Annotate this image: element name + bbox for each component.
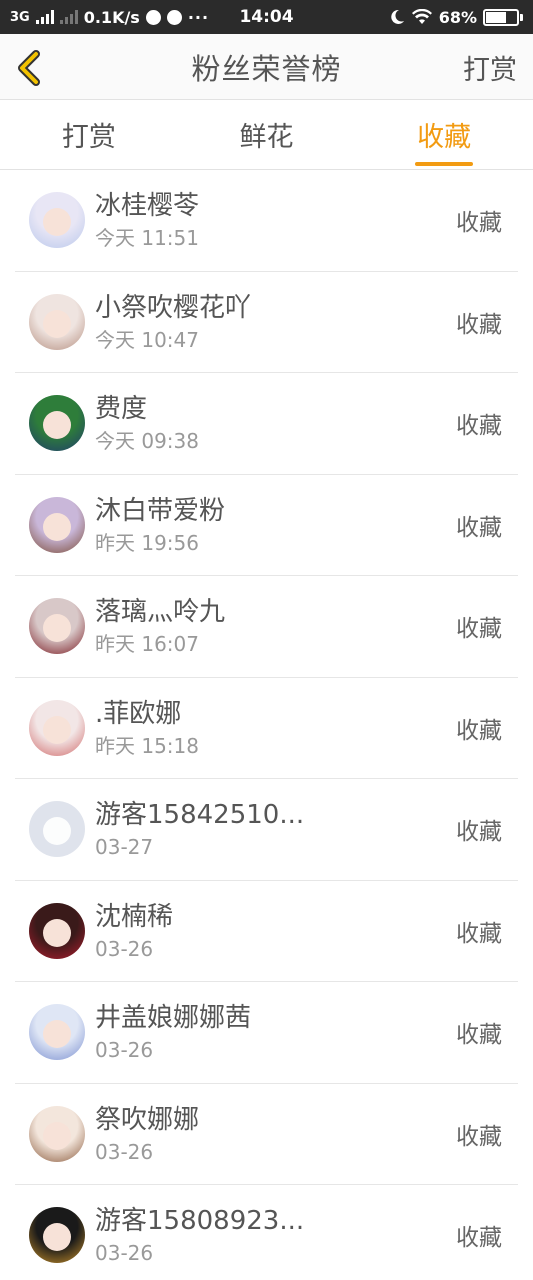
avatar-face (43, 512, 71, 541)
fan-name: .菲欧娜 (95, 698, 182, 729)
network-speed: 0.1K/s (83, 7, 140, 27)
favorite-label: 收藏 (456, 311, 502, 338)
fan-time: 03-26 (95, 1038, 154, 1063)
fan-name: 游客15842510... (95, 800, 305, 831)
avatar[interactable] (29, 598, 85, 655)
fan-time: 今天 10:47 (95, 327, 199, 352)
battery-icon (483, 8, 523, 26)
fan-time: 昨天 15:18 (95, 733, 199, 758)
header: 粉丝荣誉榜 打赏 (0, 34, 533, 100)
avatar-face (43, 1223, 71, 1252)
reward-button[interactable]: 打赏 (463, 48, 517, 87)
battery-percent: 68% (438, 7, 477, 27)
list-item[interactable]: 井盖娘娜娜茜 03-26 收藏 (15, 982, 518, 1084)
avatar-face (43, 817, 71, 846)
favorite-label: 收藏 (456, 1225, 502, 1252)
fan-info: 费度今天 09:38 (95, 392, 456, 454)
fan-info: 沐白带爱粉昨天 19:56 (95, 494, 456, 556)
back-button[interactable] (12, 50, 46, 86)
avatar[interactable] (29, 902, 85, 959)
status-bar: 3G 0.1K/s ··· 14:04 68% (0, 0, 533, 34)
avatar[interactable] (29, 293, 85, 350)
fan-name: 沈楠稀 (95, 901, 174, 932)
fan-time: 03-26 (95, 1241, 154, 1266)
avatar-face (43, 208, 71, 237)
list-item[interactable]: 落璃灬呤九 昨天 16:07 收藏 (15, 576, 518, 678)
signal-icon (35, 10, 54, 24)
more-notifications-icon: ··· (187, 7, 210, 27)
avatar[interactable] (29, 395, 85, 452)
list-item[interactable]: 游客15808923... 03-26 收藏 (15, 1185, 518, 1280)
wifi-icon (411, 9, 432, 24)
tab-reward[interactable]: 打赏 (0, 100, 178, 169)
fan-info: 冰桂樱苓今天 11:51 (95, 189, 456, 251)
favorite-label: 收藏 (456, 920, 502, 947)
avatar[interactable] (29, 192, 85, 249)
fan-name: 沐白带爱粉 (95, 495, 226, 526)
avatar[interactable] (29, 699, 85, 756)
avatar-face (43, 1121, 71, 1150)
fan-name: 费度 (95, 394, 148, 425)
avatar-face (43, 918, 71, 947)
favorite-label: 收藏 (456, 514, 502, 541)
favorite-label: 收藏 (456, 819, 502, 846)
fan-info: 小祭吹樱花吖今天 10:47 (95, 291, 456, 353)
fan-time: 03-26 (95, 936, 154, 961)
fan-time: 03-27 (95, 835, 154, 860)
chevron-left-icon (18, 50, 40, 86)
fan-info: 井盖娘娜娜茜 03-26 (95, 1001, 456, 1063)
favorite-label: 收藏 (456, 413, 502, 440)
signal-secondary-icon (59, 10, 78, 24)
list-item[interactable]: 小祭吹樱花吖 今天 10:47 收藏 (15, 272, 518, 373)
fan-info: 游客15808923... 03-26 (95, 1204, 456, 1266)
fan-name: 落璃灬呤九 (95, 597, 226, 628)
fan-info: 沈楠稀 03-26 (95, 900, 456, 962)
tab-flowers[interactable]: 鲜花 (178, 100, 356, 169)
list-item[interactable]: 祭吹娜娜 03-26 收藏 (15, 1084, 518, 1185)
list-item[interactable]: 冰桂樱苓 今天 11:51 收藏 (15, 170, 518, 272)
fan-time: 昨天 19:56 (95, 530, 199, 555)
list-item[interactable]: 沈楠稀 03-26 收藏 (15, 881, 518, 982)
fan-name: 祭吹娜娜 (95, 1104, 200, 1135)
avatar-face (43, 1020, 71, 1049)
avatar[interactable] (29, 801, 85, 858)
fan-time: 昨天 16:07 (95, 632, 199, 657)
favorite-label: 收藏 (456, 1022, 502, 1049)
favorite-label: 收藏 (456, 616, 502, 643)
favorite-label: 收藏 (456, 717, 502, 744)
list-item[interactable]: 沐白带爱粉 昨天 19:56 收藏 (15, 475, 518, 576)
network-type: 3G (10, 9, 30, 25)
fan-info: 祭吹娜娜 03-26 (95, 1103, 456, 1165)
fan-time: 今天 09:38 (95, 429, 199, 454)
avatar[interactable] (29, 496, 85, 553)
favorite-label: 收藏 (456, 210, 502, 237)
tab-bar: 打赏 鲜花 收藏 (0, 100, 533, 170)
avatar-face (43, 715, 71, 744)
favorite-label: 收藏 (456, 1123, 502, 1150)
moon-icon (390, 9, 404, 24)
fan-list: 冰桂樱苓 今天 11:51 收藏 小祭吹樱花吖 今天 10:47 收藏 费度 今天 09:38… (0, 170, 533, 1280)
avatar-face (43, 411, 71, 440)
avatar-face (43, 614, 71, 643)
fan-name: 游客15808923... (95, 1206, 305, 1237)
list-item[interactable]: 游客15842510... 03-27 收藏 (15, 779, 518, 881)
fan-time: 03-26 (95, 1139, 154, 1164)
fan-info: .菲欧娜昨天 15:18 (95, 697, 456, 759)
tab-favorites[interactable]: 收藏 (355, 100, 533, 169)
page-title: 粉丝荣誉榜 (191, 51, 342, 86)
list-item[interactable]: 费度 今天 09:38 收藏 (15, 373, 518, 475)
message-icon (145, 9, 161, 25)
fan-name: 小祭吹樱花吖 (95, 292, 252, 323)
fan-name: 井盖娘娜娜茜 (95, 1003, 252, 1034)
list-item[interactable]: .菲欧娜 昨天 15:18 收藏 (15, 678, 518, 779)
fan-info: 落璃灬呤九昨天 16:07 (95, 595, 456, 657)
fan-name: 冰桂樱苓 (95, 191, 200, 222)
app-notification-icon (166, 9, 182, 25)
avatar-face (43, 309, 71, 338)
fan-info: 游客15842510... 03-27 (95, 798, 456, 860)
avatar[interactable] (29, 1004, 85, 1061)
avatar[interactable] (29, 1105, 85, 1162)
avatar[interactable] (29, 1207, 85, 1264)
fan-time: 今天 11:51 (95, 226, 199, 251)
